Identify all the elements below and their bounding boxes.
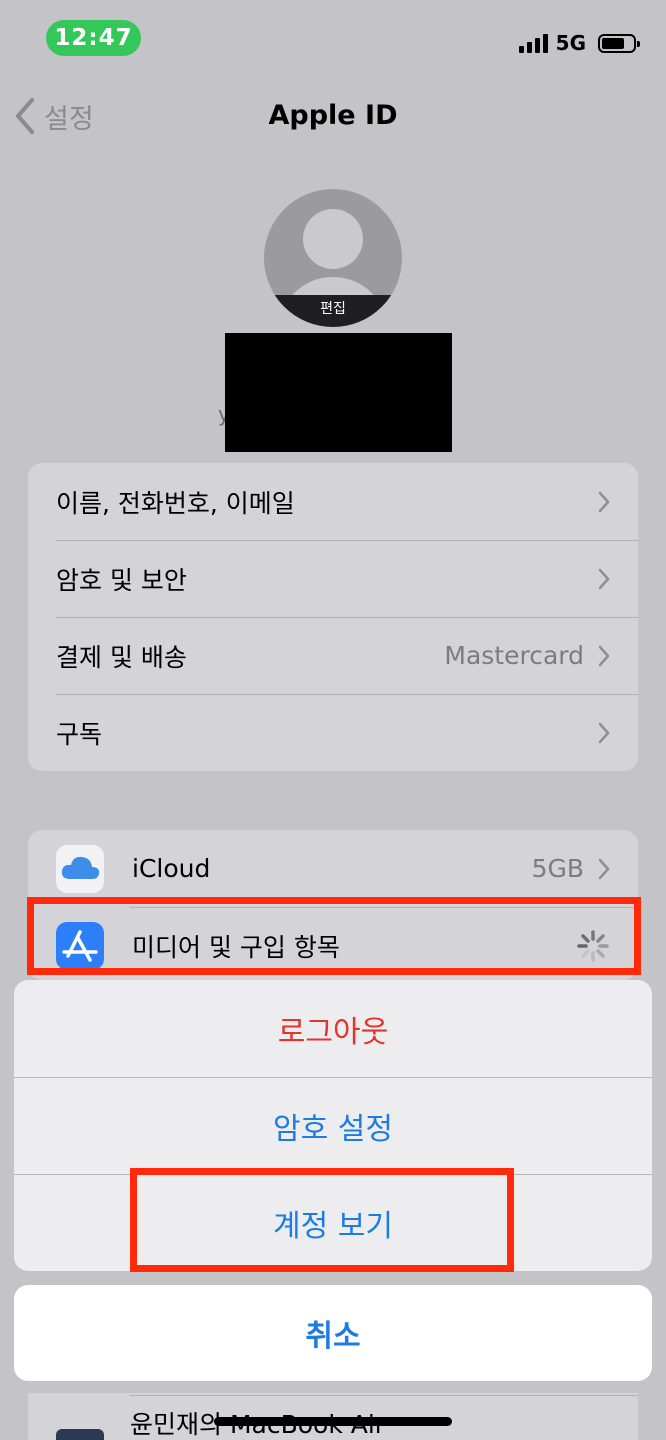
screen: 12:47 5G 설정 Apple ID 편집 y 이름, 전화번호, 이메일 … <box>0 0 666 1440</box>
person-silhouette-icon <box>303 209 363 269</box>
row-subscriptions[interactable]: 구독 <box>28 694 638 771</box>
row-value: Mastercard <box>444 641 584 670</box>
status-indicators: 5G <box>518 28 640 58</box>
row-label: 결제 및 배송 <box>56 642 187 672</box>
highlight-box-media <box>27 897 641 975</box>
macbook-icon <box>56 1429 104 1440</box>
row-name-phone-email[interactable]: 이름, 전화번호, 이메일 <box>28 463 638 540</box>
row-label: 이름, 전화번호, 이메일 <box>56 488 295 518</box>
status-time[interactable]: 12:47 <box>46 20 141 56</box>
network-type: 5G <box>555 31 586 55</box>
row-payment-shipping[interactable]: 결제 및 배송 Mastercard <box>28 617 638 694</box>
account-settings-group: 이름, 전화번호, 이메일 암호 및 보안 결제 및 배송 Mastercard… <box>28 463 638 771</box>
row-password-security[interactable]: 암호 및 보안 <box>28 540 638 617</box>
page-title: Apple ID <box>268 100 398 131</box>
row-icloud[interactable]: iCloud 5GB <box>28 830 638 907</box>
avatar-edit-label[interactable]: 편집 <box>264 295 402 327</box>
password-settings-button[interactable]: 암호 설정 <box>14 1077 652 1174</box>
sign-out-button[interactable]: 로그아웃 <box>14 980 652 1077</box>
chevron-right-icon <box>598 491 610 512</box>
battery-icon <box>598 33 640 53</box>
row-value: 5GB <box>531 854 584 883</box>
chevron-right-icon <box>598 645 610 666</box>
row-label: 암호 및 보안 <box>56 565 187 595</box>
cloud-icon <box>56 844 104 893</box>
row-label: iCloud <box>132 854 211 883</box>
avatar[interactable]: 편집 <box>264 189 402 327</box>
chevron-right-icon <box>598 858 610 879</box>
chevron-right-icon <box>598 568 610 589</box>
signal-icon <box>518 33 548 53</box>
highlight-box-view-account <box>130 1168 514 1272</box>
row-label: 구독 <box>56 719 103 749</box>
cancel-button[interactable]: 취소 <box>14 1285 652 1381</box>
chevron-right-icon <box>598 722 610 743</box>
home-indicator[interactable] <box>214 1417 452 1426</box>
redaction-block <box>225 333 452 452</box>
